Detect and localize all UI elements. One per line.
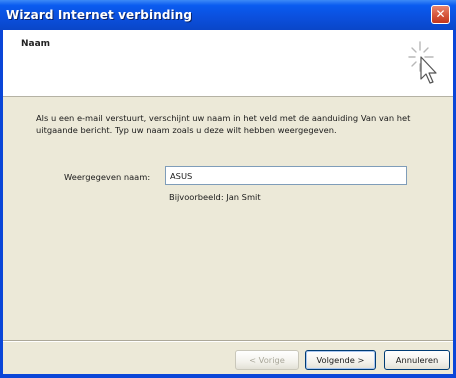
header-panel: Naam xyxy=(3,30,453,97)
wizard-cursor-icon xyxy=(408,41,437,84)
example-hint: Bijvoorbeeld: Jan Smit xyxy=(169,192,261,202)
next-button[interactable]: Volgende > xyxy=(305,350,376,370)
back-button[interactable]: < Vorige xyxy=(235,350,299,370)
cancel-button[interactable]: Annuleren xyxy=(384,350,450,370)
intro-text: Als u een e-mail verstuurt, verschijnt u… xyxy=(36,113,411,135)
display-name-input[interactable] xyxy=(165,166,407,185)
title-bar[interactable]: Wizard Internet verbinding ✕ xyxy=(0,0,456,30)
page-title: Naam xyxy=(21,39,51,49)
close-icon: ✕ xyxy=(435,7,446,21)
window-title: Wizard Internet verbinding xyxy=(6,8,193,22)
close-button[interactable]: ✕ xyxy=(431,5,450,24)
display-name-label: Weergegeven naam: xyxy=(64,172,151,182)
footer-divider xyxy=(3,340,453,342)
wizard-window: Wizard Internet verbinding ✕ Naam Als u … xyxy=(0,0,456,378)
